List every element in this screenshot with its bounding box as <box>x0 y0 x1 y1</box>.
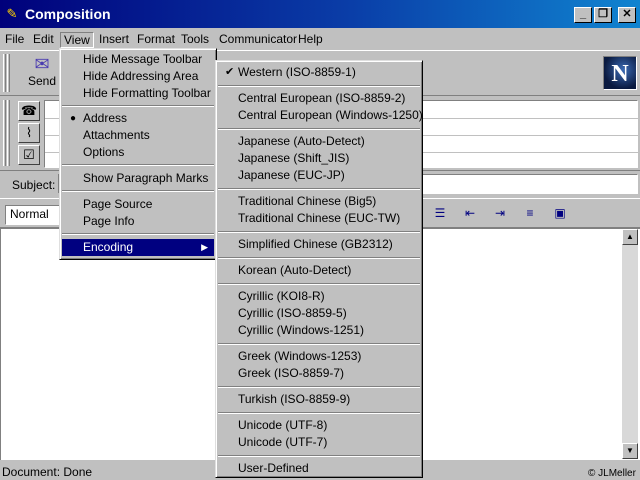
menu-separator <box>218 128 420 130</box>
composer-app-icon[interactable]: ✎ <box>4 6 20 22</box>
netscape-logo[interactable]: N <box>603 56 637 90</box>
submenu-arrow-icon: ▶ <box>201 242 208 252</box>
subject-label: Subject: <box>12 178 56 192</box>
scroll-up-button[interactable]: ▲ <box>622 229 638 245</box>
encoding-central-european-windows-1250[interactable]: Central European (Windows-1250) <box>218 107 423 124</box>
options-icon[interactable]: ☑ <box>18 145 40 165</box>
menu-item-hide-formatting-toolbar[interactable]: Hide Formatting Toolbar <box>62 85 214 102</box>
decrease-indent-icon[interactable]: ⇤ <box>460 204 480 222</box>
encoding-cyrillic-windows-1251[interactable]: Cyrillic (Windows-1251) <box>218 322 420 339</box>
maximize-button[interactable]: ❐ <box>594 7 612 23</box>
checkmark-icon: ✔ <box>225 66 235 78</box>
toolbar-grip[interactable] <box>7 54 10 92</box>
menu-item-page-source[interactable]: Page Source <box>62 196 214 213</box>
copyright-text: © JLMeller <box>588 468 636 479</box>
encoding-traditional-chinese-big5[interactable]: Traditional Chinese (Big5) <box>218 193 420 210</box>
menu-separator <box>218 188 420 190</box>
menu-item-address[interactable]: ● Address <box>62 110 214 127</box>
address-grip[interactable] <box>3 100 6 166</box>
window-title: Composition <box>25 6 111 22</box>
encoding-greek-iso-8859-7[interactable]: Greek (ISO-8859-7) <box>218 365 420 382</box>
encoding-user-defined[interactable]: User-Defined <box>218 460 420 477</box>
menu-bar: File Edit View Insert Format Tools Commu… <box>0 29 640 49</box>
paragraph-style-select[interactable]: Normal <box>5 205 61 225</box>
address-grip[interactable] <box>7 100 10 166</box>
menu-tools[interactable]: Tools <box>178 32 212 48</box>
encoding-central-european-iso-8859-2[interactable]: Central European (ISO-8859-2) <box>218 90 420 107</box>
menu-item-show-paragraph-marks[interactable]: Show Paragraph Marks <box>62 170 214 187</box>
menu-format[interactable]: Format <box>134 32 178 48</box>
address-tabs: ☎ ⌇ ☑ <box>18 101 42 167</box>
menu-separator <box>218 412 420 414</box>
send-label: Send <box>27 74 57 88</box>
encoding-japanese-auto-detect[interactable]: Japanese (Auto-Detect) <box>218 133 420 150</box>
menu-separator <box>62 105 214 107</box>
menu-separator <box>218 343 420 345</box>
address-card-icon[interactable]: ☎ <box>18 101 40 121</box>
menu-separator <box>62 233 214 235</box>
menu-communicator[interactable]: Communicator <box>216 32 300 48</box>
menu-item-label: Western (ISO-8859-1) <box>238 65 356 79</box>
menu-file[interactable]: File <box>2 32 27 48</box>
encoding-submenu: ✔ Western (ISO-8859-1) Central European … <box>215 60 423 478</box>
menu-edit[interactable]: Edit <box>30 32 57 48</box>
encoding-greek-windows-1253[interactable]: Greek (Windows-1253) <box>218 348 420 365</box>
close-button[interactable]: ✕ <box>618 7 636 23</box>
menu-separator <box>62 190 214 192</box>
encoding-western-iso-8859-1[interactable]: ✔ Western (ISO-8859-1) <box>218 64 420 81</box>
menu-item-label: Encoding <box>83 240 134 254</box>
menu-view[interactable]: View <box>60 32 94 48</box>
minimize-button[interactable]: _ <box>574 7 592 23</box>
encoding-turkish-iso-8859-9[interactable]: Turkish (ISO-8859-9) <box>218 391 420 408</box>
menu-item-hide-message-toolbar[interactable]: Hide Message Toolbar <box>62 51 214 68</box>
scroll-down-button[interactable]: ▼ <box>622 443 638 459</box>
encoding-cyrillic-iso-8859-5[interactable]: Cyrillic (ISO-8859-5) <box>218 305 420 322</box>
menu-item-encoding[interactable]: Encoding ▶ <box>62 239 214 256</box>
encoding-japanese-shift-jis[interactable]: Japanese (Shift_JIS) <box>218 150 420 167</box>
menu-separator <box>218 85 420 87</box>
vertical-scrollbar[interactable]: ▲ ▼ <box>622 229 638 459</box>
menu-separator <box>218 386 420 388</box>
menu-help[interactable]: Help <box>295 32 326 48</box>
insert-object-icon[interactable]: ▣ <box>550 204 570 222</box>
menu-item-hide-addressing-area[interactable]: Hide Addressing Area <box>62 68 214 85</box>
title-bar: ✎ Composition _ ❐ ✕ <box>0 0 640 28</box>
menu-insert[interactable]: Insert <box>96 32 132 48</box>
encoding-japanese-euc-jp[interactable]: Japanese (EUC-JP) <box>218 167 420 184</box>
menu-item-attachments[interactable]: Attachments <box>62 127 214 144</box>
encoding-cyrillic-koi8-r[interactable]: Cyrillic (KOI8-R) <box>218 288 420 305</box>
increase-indent-icon[interactable]: ⇥ <box>490 204 510 222</box>
menu-item-page-info[interactable]: Page Info <box>62 213 214 230</box>
encoding-korean-auto-detect[interactable]: Korean (Auto-Detect) <box>218 262 420 279</box>
paperclip-icon[interactable]: ⌇ <box>18 123 40 143</box>
encoding-unicode-utf-8[interactable]: Unicode (UTF-8) <box>218 417 420 434</box>
menu-separator <box>218 283 420 285</box>
send-icon: ✉ <box>34 54 50 74</box>
menu-separator <box>218 455 420 457</box>
numbered-list-icon[interactable]: ☰ <box>430 204 450 222</box>
menu-item-label: Address <box>83 111 128 125</box>
menu-separator <box>218 231 420 233</box>
alignment-icon[interactable]: ≡ <box>520 204 540 222</box>
status-text: Document: Done <box>2 465 93 479</box>
toolbar-grip[interactable] <box>3 54 6 92</box>
encoding-unicode-utf-7[interactable]: Unicode (UTF-7) <box>218 434 420 451</box>
menu-separator <box>218 257 420 259</box>
menu-separator <box>62 164 214 166</box>
menu-item-options[interactable]: Options <box>62 144 214 161</box>
view-menu-dropdown: Hide Message Toolbar Hide Addressing Are… <box>59 48 217 260</box>
encoding-traditional-chinese-euc-tw[interactable]: Traditional Chinese (EUC-TW) <box>218 210 420 227</box>
encoding-simplified-chinese-gb2312[interactable]: Simplified Chinese (GB2312) <box>218 236 420 253</box>
checked-bullet-icon: ● <box>70 113 77 124</box>
